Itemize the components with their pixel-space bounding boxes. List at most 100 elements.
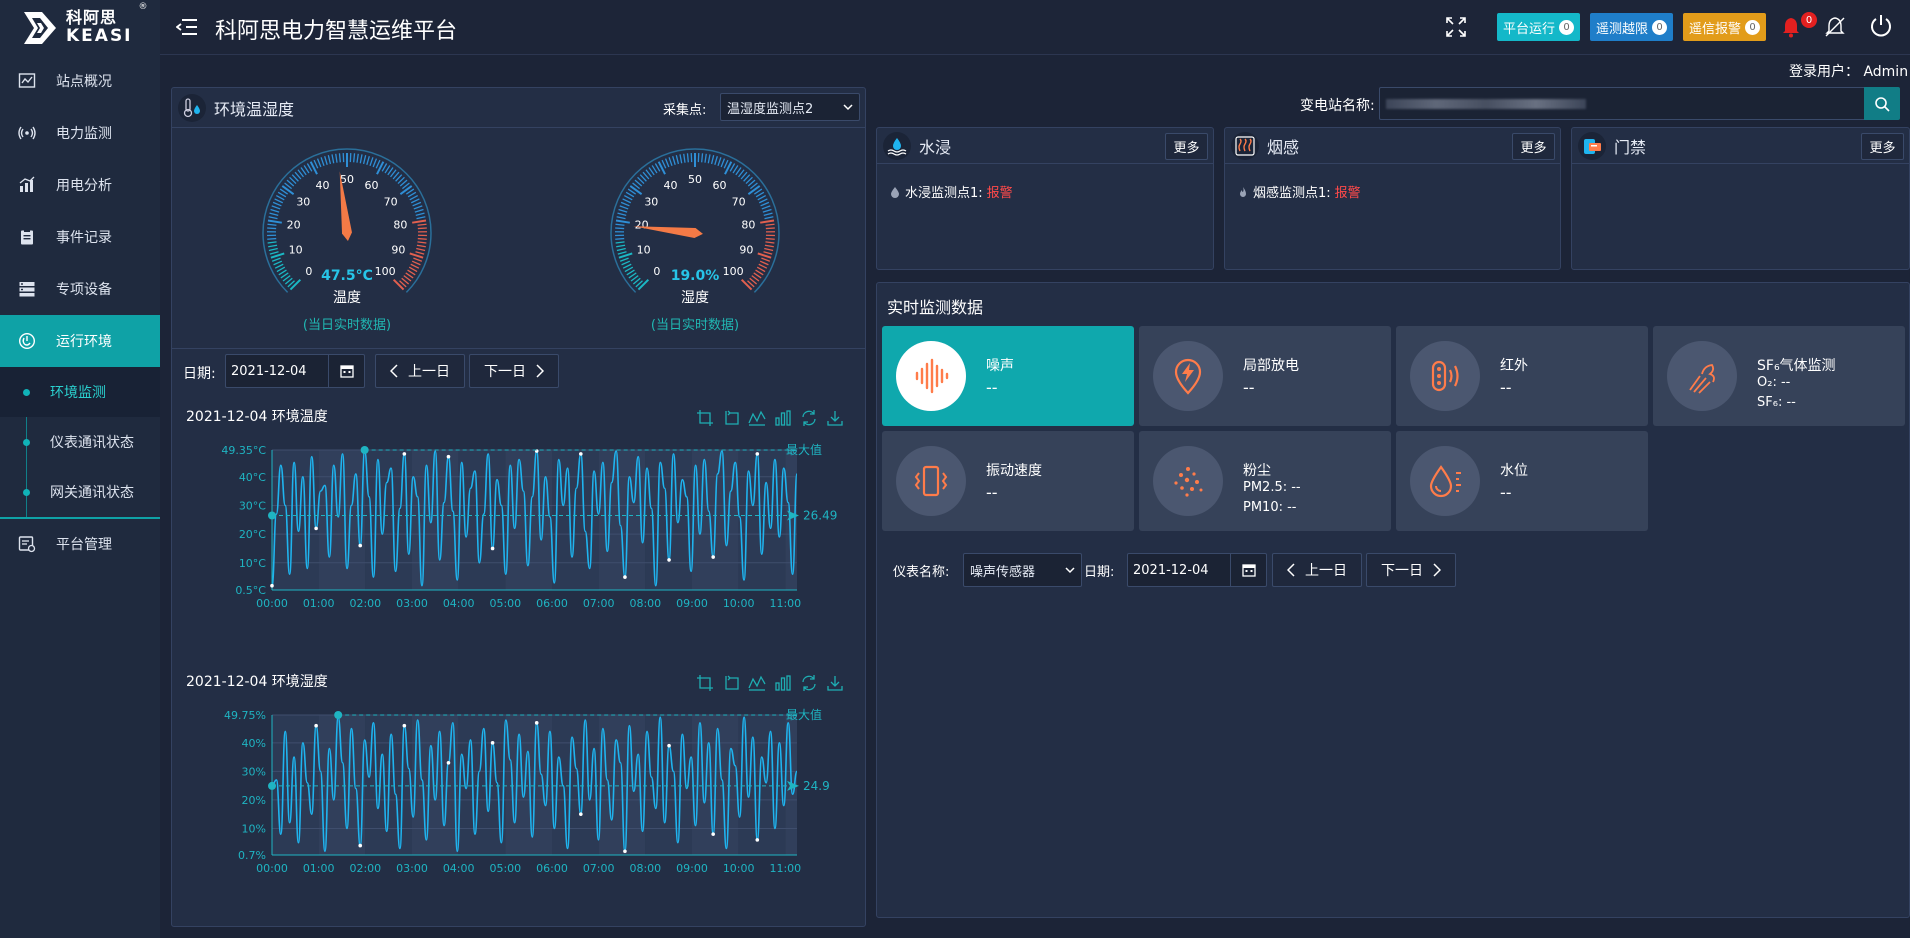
sidebar-item-usage-analysis[interactable]: 用电分析 [0,159,160,211]
gauge-tick [407,191,417,198]
realtime-next-day-button[interactable]: 下一日 [1366,553,1456,587]
collect-point-select[interactable]: 温湿度监测点2 [720,93,860,121]
tile-vibration[interactable]: 振动速度 -- [882,431,1134,531]
calendar-icon[interactable] [1230,554,1266,586]
telemetry-limit-button[interactable]: 遥测越限 0 [1590,13,1674,41]
alarm-text: 报警 [986,186,1013,201]
zoom-icon[interactable] [696,674,714,692]
gauge-tick [412,219,427,224]
x-tick-label: 10:00 [723,597,755,610]
gauge-tick [270,252,285,259]
data-point [755,452,760,456]
prev-day-button[interactable]: 上一日 [375,354,465,388]
sidebar-item-power-monitor[interactable]: 电力监测 [0,107,160,159]
logo-cn: 科阿思 [66,8,118,27]
x-tick-label: 08:00 [629,862,661,875]
x-tick-label: 00:00 [256,597,288,610]
bar-chart-icon[interactable] [774,409,792,427]
card-header: 烟感 [1225,128,1560,164]
date-input[interactable]: 2021-12-04 [225,354,365,388]
gauge-tick [372,158,378,168]
max-point [360,446,369,454]
bar-chart-icon[interactable] [774,674,792,692]
gauge-tick [316,158,322,168]
realtime-prev-day-button[interactable]: 上一日 [1272,553,1362,587]
gauge-tick-label: 90 [391,244,405,257]
calendar-icon[interactable] [328,355,364,387]
sidebar-subitem-gateway-comm[interactable]: 网关通讯状态 [0,467,160,517]
gauge-tick [331,154,335,164]
thermometer-drop-icon [178,93,206,122]
y-tick-label: 40% [242,737,266,750]
gauge-tick [704,153,707,163]
sidebar-item-event-log[interactable]: 事件记录 [0,211,160,263]
badge-label: 遥测越限 [1596,21,1649,37]
date-label: 日期: [1084,565,1115,580]
humi-chart-title: 2021-12-04 环境湿度 [186,674,328,690]
platform-running-button[interactable]: 平台运行 0 [1497,13,1581,41]
station-search-button[interactable] [1864,87,1900,120]
sidebar-item-platform-admin[interactable]: 平台管理 [0,517,160,569]
refresh-icon[interactable] [800,409,818,427]
bell-alarm-icon[interactable] [1780,16,1802,38]
tile-sf6-gas[interactable]: SF₆气体监测 O₂: -- SF₆: -- [1653,326,1905,426]
tile-noise[interactable]: 噪声 -- [882,326,1134,426]
tile-name: 噪声 [986,358,1014,374]
x-tick-label: 11:00 [769,597,801,610]
realtime-date-input[interactable]: 2021-12-04 [1127,553,1267,587]
sidebar-subitem-env-monitor[interactable]: 环境监测 [0,367,160,417]
zoom-reset-icon[interactable] [722,409,740,427]
gauge-tick-label: 60 [365,179,379,192]
bell-count-badge: 0 [1801,12,1817,28]
tile-value: -- [1500,378,1512,397]
temperature-label: 温度 [333,290,361,306]
gauge-tick [413,257,423,262]
tile-partial-discharge[interactable]: 局部放电 -- [1139,326,1391,426]
sidebar-subitem-meter-comm[interactable]: 仪表通讯状态 [0,417,160,467]
gauge-tick-label: 50 [688,173,702,186]
logout-power-icon[interactable] [1869,14,1893,38]
sidebar-subitem-label: 环境监测 [50,385,106,401]
more-button[interactable]: 更多 [1165,133,1208,160]
tile-water-level[interactable]: 水位 -- [1396,431,1648,531]
max-point [334,711,343,719]
more-button[interactable]: 更多 [1861,133,1904,160]
bell-off-icon[interactable] [1824,16,1846,38]
sidebar-item-environment[interactable]: 运行环境 [0,315,160,367]
refresh-icon[interactable] [800,674,818,692]
gauge-tick [765,227,775,230]
gauge-tick [270,208,280,213]
sidebar-item-overview[interactable]: 站点概况 [0,55,160,107]
zoom-icon[interactable] [696,409,714,427]
temp-chart-title: 2021-12-04 环境温度 [186,409,328,425]
menu-toggle-icon[interactable] [176,18,198,36]
line-chart-icon[interactable] [748,674,766,692]
download-icon[interactable] [826,674,844,692]
tile-pm10-value: PM10: -- [1243,500,1297,515]
gauge-tick [274,198,284,204]
gauge-tick [661,159,667,169]
sidebar-item-special-equipment[interactable]: 专项设备 [0,263,160,315]
telesignal-alarm-button[interactable]: 遥信报警 0 [1683,13,1767,41]
gauge-tick [375,159,381,169]
tile-dust[interactable]: 粉尘 PM2.5: -- PM10: -- [1139,431,1391,531]
station-name-input[interactable] [1379,87,1869,120]
download-icon[interactable] [826,409,844,427]
line-chart-icon[interactable] [748,409,766,427]
more-button[interactable]: 更多 [1512,133,1555,160]
chevron-right-icon [536,364,544,378]
next-day-button[interactable]: 下一日 [469,354,559,388]
gauge-tick [755,191,765,198]
humidity-label: 湿度 [681,290,709,306]
tile-name: SF₆气体监测 [1757,358,1836,374]
tile-infrared[interactable]: 红外 -- [1396,326,1648,426]
max-label: 最大值 [786,707,822,722]
gauge-tick [625,191,635,198]
signal-icon [18,126,36,140]
divider [172,348,865,349]
fullscreen-icon[interactable] [1445,16,1467,38]
zoom-reset-icon[interactable] [722,674,740,692]
meter-name-select[interactable]: 噪声传感器 [963,553,1082,587]
max-label: 最大值 [786,442,822,457]
sidebar-subitem-label: 网关通讯状态 [50,485,134,501]
